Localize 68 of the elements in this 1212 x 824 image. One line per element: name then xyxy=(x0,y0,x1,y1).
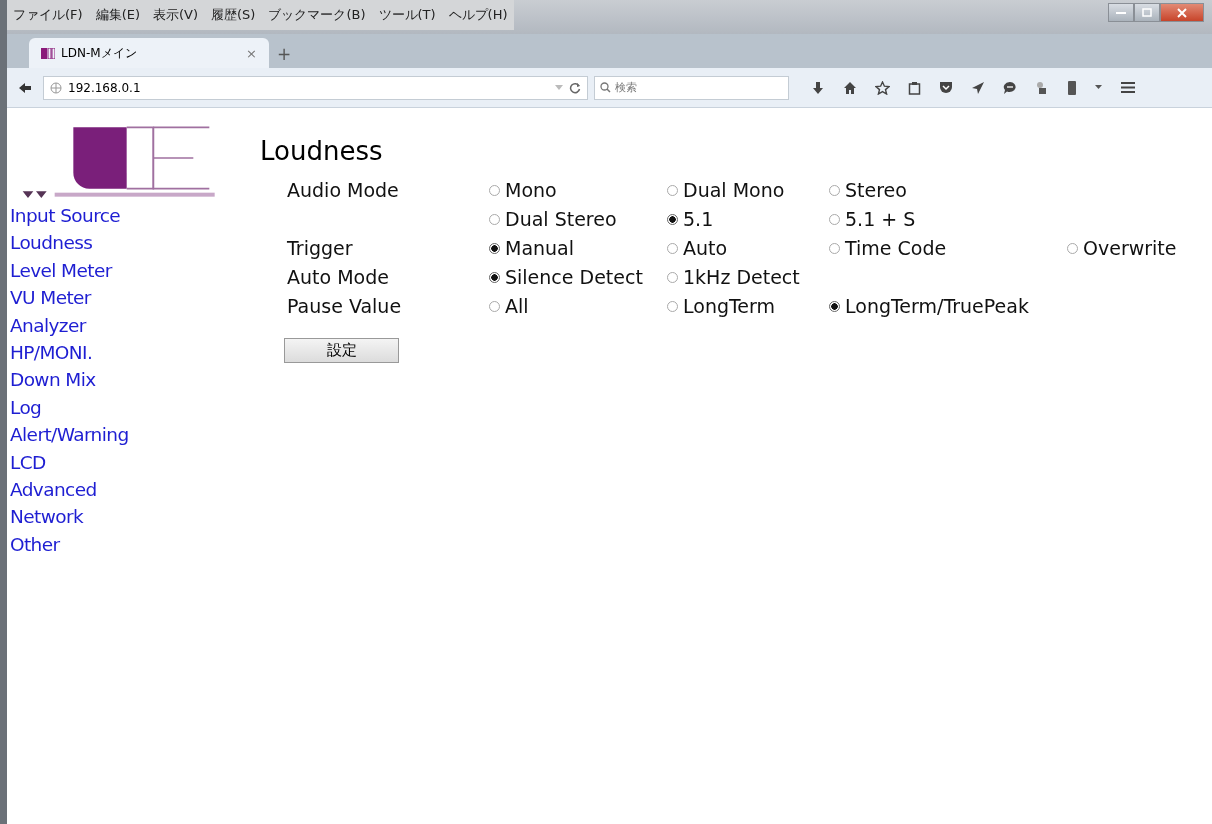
menu-item[interactable]: ヘルプ(H) xyxy=(448,6,508,24)
sidebar-link[interactable]: Alert/Warning xyxy=(10,421,260,449)
home-icon[interactable] xyxy=(843,80,857,95)
back-arrow-icon xyxy=(18,81,32,94)
radio-option[interactable]: Silence Detect xyxy=(489,265,667,289)
menu-item[interactable]: ブックマーク(B) xyxy=(268,6,366,24)
radio-option[interactable]: 5.1 + S xyxy=(829,207,1067,231)
sidebar-link[interactable]: HP/MONI. xyxy=(10,339,260,367)
radio-option[interactable]: LongTerm/TruePeak xyxy=(829,294,1067,318)
tab-close-button[interactable]: × xyxy=(246,45,257,61)
favicon-icon xyxy=(41,47,55,59)
puzzle-icon[interactable] xyxy=(1035,80,1049,95)
pocket-icon[interactable] xyxy=(939,81,953,94)
sidebar-link[interactable]: Level Meter xyxy=(10,256,260,285)
close-icon xyxy=(1177,7,1187,18)
field-label: Pause Value xyxy=(287,294,403,318)
send-icon[interactable] xyxy=(971,80,985,95)
menu-item[interactable]: 表示(V) xyxy=(153,6,199,24)
page-title: Loudness xyxy=(260,135,384,168)
dropdown-icon[interactable] xyxy=(1095,85,1102,90)
sidebar-link[interactable]: Input Source xyxy=(10,202,260,230)
radio-option[interactable]: Dual Stereo xyxy=(489,207,667,231)
radio-option[interactable]: 1kHz Detect xyxy=(667,265,829,289)
globe-icon xyxy=(50,81,62,94)
tab-title: LDN-Mメイン xyxy=(61,44,138,62)
menu-item[interactable]: 編集(E) xyxy=(95,6,140,24)
browser-tab[interactable]: LDN-Mメイン × xyxy=(29,38,269,68)
sidebar-link[interactable]: Log xyxy=(10,393,260,422)
menu-icon[interactable] xyxy=(1120,81,1136,94)
radio-option[interactable]: LongTerm xyxy=(667,294,829,318)
chat-icon[interactable] xyxy=(1003,80,1017,95)
field-label: Audio Mode xyxy=(287,178,400,202)
maximize-button[interactable] xyxy=(1134,3,1160,22)
close-button[interactable] xyxy=(1160,3,1204,22)
sidebar-link[interactable]: Advanced xyxy=(10,476,260,504)
radio-option[interactable]: 5.1 xyxy=(667,207,829,231)
maximize-icon xyxy=(1142,8,1152,17)
download-icon[interactable] xyxy=(811,80,825,95)
sidebar-link[interactable]: Other xyxy=(10,530,260,559)
search-icon xyxy=(600,81,611,93)
radio-option[interactable]: Dual Mono xyxy=(667,178,829,202)
address-bar[interactable]: 192.168.0.1 xyxy=(43,75,588,100)
search-field[interactable]: 検索 xyxy=(594,75,789,100)
phone-icon[interactable] xyxy=(1067,79,1077,96)
field-label: Auto Mode xyxy=(287,265,390,289)
sidebar-link[interactable]: VU Meter xyxy=(10,284,260,312)
clipboard-icon[interactable] xyxy=(908,80,921,95)
sidebar-link[interactable]: LCD xyxy=(10,448,260,477)
submit-button[interactable]: 設定 xyxy=(284,338,399,363)
star-icon[interactable] xyxy=(875,80,890,95)
radio-option[interactable]: All xyxy=(489,294,667,318)
radio-option[interactable]: Stereo xyxy=(829,178,1067,202)
menu-item[interactable]: ツール(T) xyxy=(378,6,436,24)
radio-option[interactable]: Manual xyxy=(489,236,667,260)
radio-option[interactable]: Overwrite xyxy=(1067,236,1212,260)
radio-option[interactable]: Mono xyxy=(489,178,667,202)
minimize-button[interactable] xyxy=(1108,3,1134,22)
radio-option[interactable]: Time Code xyxy=(829,236,1067,260)
sidebar-link[interactable]: Network xyxy=(10,503,260,531)
field-label: Trigger xyxy=(287,236,354,260)
new-tab-button[interactable]: + xyxy=(277,40,292,68)
menu-item[interactable]: ファイル(F) xyxy=(13,6,83,24)
sidebar-link[interactable]: Loudness xyxy=(10,229,260,257)
sidebar-link[interactable]: Down Mix xyxy=(10,366,260,394)
radio-option[interactable]: Auto xyxy=(667,236,829,260)
sidebar-link[interactable]: Analyzer xyxy=(10,311,260,340)
reload-icon[interactable] xyxy=(569,81,581,94)
menu-item[interactable]: 履歴(S) xyxy=(211,6,256,24)
